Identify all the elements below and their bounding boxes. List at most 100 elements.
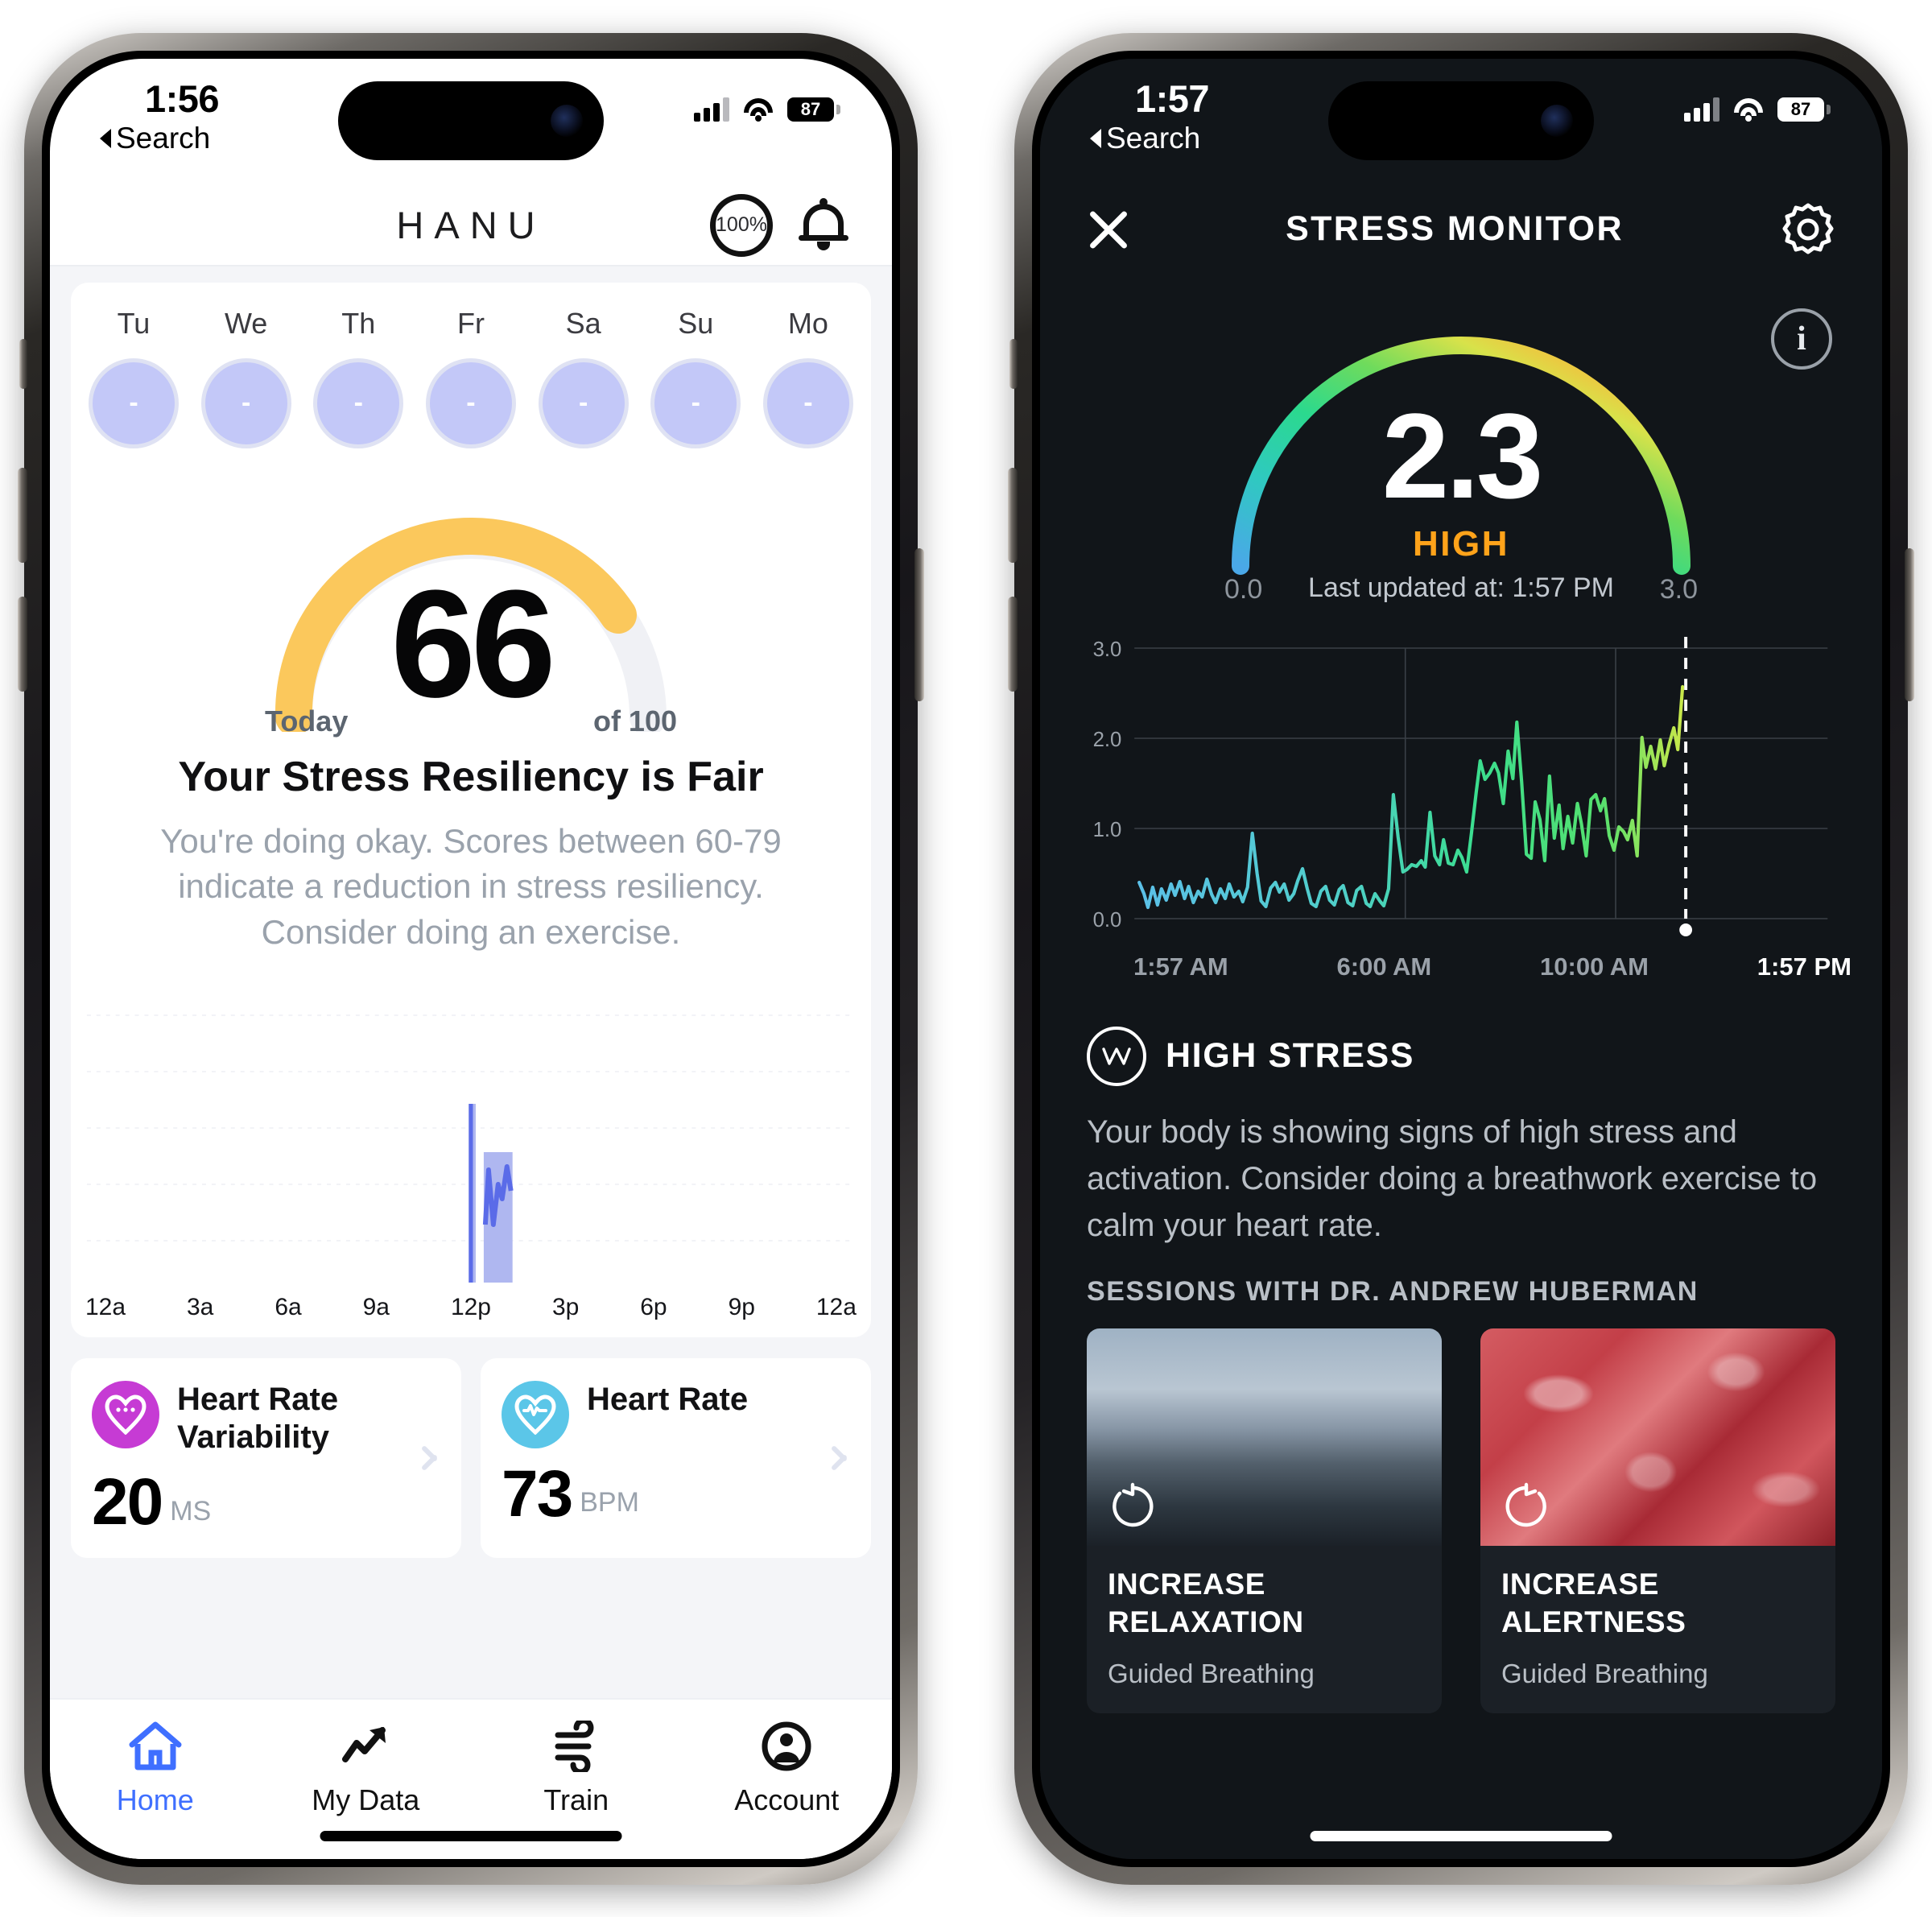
- session-card-alertness[interactable]: INCREASE ALERTNESS Guided Breathing: [1480, 1328, 1835, 1714]
- power-button[interactable]: [1905, 547, 1914, 701]
- x-tick: 12a: [815, 1293, 857, 1320]
- home-scroll-area[interactable]: Tu - We - Th - Fr - Sa - Su - Mo - 66 To…: [50, 266, 892, 1698]
- home-indicator[interactable]: [1310, 1830, 1612, 1841]
- session-title: INCREASE RELAXATION: [1108, 1567, 1304, 1638]
- metric-card-heart-rate[interactable]: Heart Rate 73 BPM: [481, 1357, 871, 1558]
- tab-my-data[interactable]: My Data: [261, 1721, 472, 1817]
- home-indicator[interactable]: [320, 1830, 622, 1841]
- info-icon[interactable]: i: [1771, 308, 1832, 370]
- sessions-section: SESSIONS WITH DR. ANDREW HUBERMAN INCREA…: [1040, 1249, 1882, 1714]
- right-phone-bezel: 1:57 Search 87 STRESS MONITOR i 2.3 HIGH…: [1032, 50, 1890, 1867]
- resiliency-gauge: 66 Today of 100: [262, 490, 680, 737]
- resiliency-title: Your Stress Resiliency is Fair: [178, 753, 764, 800]
- power-button[interactable]: [914, 547, 924, 701]
- insight-title: HIGH STRESS: [1166, 1036, 1415, 1075]
- week-day-label: Su: [678, 306, 714, 340]
- x-tick: 3p: [551, 1293, 580, 1320]
- stress-timeline-chart[interactable]: 3.0 2.0 1.0 0.0 1:57 AM 6:00 AM 10:00 AM…: [1040, 627, 1882, 1006]
- week-day-label: We: [224, 306, 268, 340]
- stress-gauge-section: i 2.3 HIGH Last updated at: 1:57 PM 0.0 …: [1040, 271, 1882, 768]
- session-card-relaxation[interactable]: INCREASE RELAXATION Guided Breathing: [1087, 1328, 1442, 1714]
- sessions-list: INCREASE RELAXATION Guided Breathing INC…: [1087, 1328, 1835, 1714]
- stress-state-badge: HIGH: [1413, 523, 1509, 564]
- tab-home[interactable]: Home: [50, 1721, 261, 1817]
- gauge-today-label: Today: [265, 704, 349, 737]
- daily-activity-chart[interactable]: 12a 3a 6a 9a 12p 3p 6p 9p 12a: [71, 983, 871, 1337]
- close-icon[interactable]: [1085, 207, 1130, 252]
- x-tick: 12p: [450, 1293, 491, 1320]
- device-battery-badge[interactable]: 100%: [710, 193, 773, 257]
- gauge-max-label: of 100: [592, 704, 677, 737]
- gauge-max-label: 3.0: [1659, 573, 1698, 605]
- timeline-x-axis: 1:57 AM 6:00 AM 10:00 AM 1:57 PM: [1071, 949, 1852, 981]
- week-strip: Tu - We - Th - Fr - Sa - Su - Mo -: [71, 283, 871, 476]
- week-day[interactable]: Fr -: [425, 306, 516, 448]
- chevron-right-icon: [423, 1441, 440, 1475]
- x-tick-current: 1:57 PM: [1757, 952, 1852, 981]
- week-day[interactable]: Sa -: [538, 307, 629, 448]
- stress-monitor-body[interactable]: i 2.3 HIGH Last updated at: 1:57 PM 0.0 …: [1040, 271, 1882, 1859]
- chevron-right-icon: [832, 1441, 850, 1475]
- metric-value: 20: [92, 1465, 163, 1539]
- heart-hrv-icon: [92, 1380, 159, 1448]
- x-tick: 9a: [362, 1293, 390, 1320]
- volume-down-button[interactable]: [18, 596, 27, 692]
- last-updated-label: Last updated at: 1:57 PM: [1308, 572, 1614, 603]
- week-day[interactable]: Tu -: [89, 307, 179, 448]
- left-phone-bezel: 1:56 Search 87 HANU 100% Tu - We - Th - …: [42, 50, 900, 1867]
- week-day-label: Th: [341, 306, 376, 340]
- right-phone-device: 1:57 Search 87 STRESS MONITOR i 2.3 HIGH…: [1008, 32, 1914, 1885]
- tab-label: Home: [116, 1783, 194, 1816]
- bell-icon[interactable]: [799, 197, 848, 252]
- metric-card-hrv[interactable]: Heart Rate Variability 20 MS: [71, 1357, 461, 1558]
- screenshot-stage: 1:56 Search 87 HANU 100% Tu - We - Th - …: [0, 0, 1932, 1917]
- week-day[interactable]: Th -: [313, 306, 404, 448]
- hanu-home-app: HANU 100% Tu - We - Th - Fr - Sa - Su - …: [50, 59, 892, 1859]
- tab-label: Account: [734, 1783, 840, 1816]
- week-day-score: -: [425, 357, 516, 448]
- x-tick: 3a: [187, 1293, 214, 1320]
- volume-up-button[interactable]: [18, 467, 27, 563]
- stress-monitor-header: STRESS MONITOR: [1040, 188, 1882, 271]
- week-day[interactable]: Mo -: [762, 307, 853, 448]
- x-tick: 1:57 AM: [1133, 952, 1228, 981]
- metric-value: 73: [502, 1456, 573, 1531]
- session-thumbnail: [1480, 1328, 1835, 1546]
- dynamic-island-left: [338, 81, 604, 160]
- stress-monitor-app: STRESS MONITOR i 2.3 HIGH Last updated a…: [1040, 58, 1882, 1859]
- left-phone-screen: 1:56 Search 87 HANU 100% Tu - We - Th - …: [50, 58, 892, 1859]
- wind-icon: [555, 1720, 594, 1772]
- volume-up-button[interactable]: [1008, 467, 1018, 563]
- metric-cards: Heart Rate Variability 20 MS Heart Rate …: [71, 1357, 871, 1558]
- stress-insight-section: HIGH STRESS Your body is showing signs o…: [1040, 1006, 1882, 1249]
- volume-down-button[interactable]: [1008, 596, 1018, 692]
- week-day[interactable]: Su -: [650, 307, 741, 448]
- mute-switch[interactable]: [1009, 338, 1018, 389]
- week-day[interactable]: We -: [200, 306, 291, 448]
- x-tick: 9p: [728, 1293, 755, 1320]
- x-tick: 10:00 AM: [1540, 952, 1649, 981]
- x-tick: 12a: [85, 1293, 126, 1320]
- metric-label: Heart Rate Variability: [177, 1381, 339, 1455]
- x-tick: 6:00 AM: [1336, 952, 1432, 981]
- tab-train[interactable]: Train: [471, 1720, 682, 1817]
- gauge-min-label: 0.0: [1224, 573, 1263, 605]
- app-header: HANU 100%: [50, 186, 892, 266]
- daily-chart-axis: 12a 3a 6a 9a 12p 3p 6p 9p 12a: [71, 1289, 871, 1321]
- resiliency-description: You're doing okay. Scores between 60-79 …: [160, 821, 782, 951]
- gear-icon[interactable]: [1779, 200, 1837, 258]
- svg-text:0.0: 0.0: [1093, 908, 1122, 931]
- sessions-heading: SESSIONS WITH DR. ANDREW HUBERMAN: [1087, 1275, 1699, 1307]
- week-day-score: -: [89, 357, 179, 448]
- trending-up-icon: [342, 1726, 386, 1762]
- fast-breath-icon: [1505, 1482, 1546, 1527]
- x-tick: 6p: [640, 1293, 667, 1320]
- resiliency-score-value: 66: [390, 558, 555, 729]
- mute-switch[interactable]: [19, 338, 27, 389]
- header-actions: 100%: [710, 193, 848, 257]
- tab-account[interactable]: Account: [682, 1721, 893, 1817]
- session-subtitle: Guided Breathing: [1108, 1659, 1315, 1689]
- week-day-label: Fr: [456, 306, 485, 340]
- hanu-mark-icon: [1087, 1026, 1146, 1086]
- metric-unit: BPM: [580, 1487, 639, 1518]
